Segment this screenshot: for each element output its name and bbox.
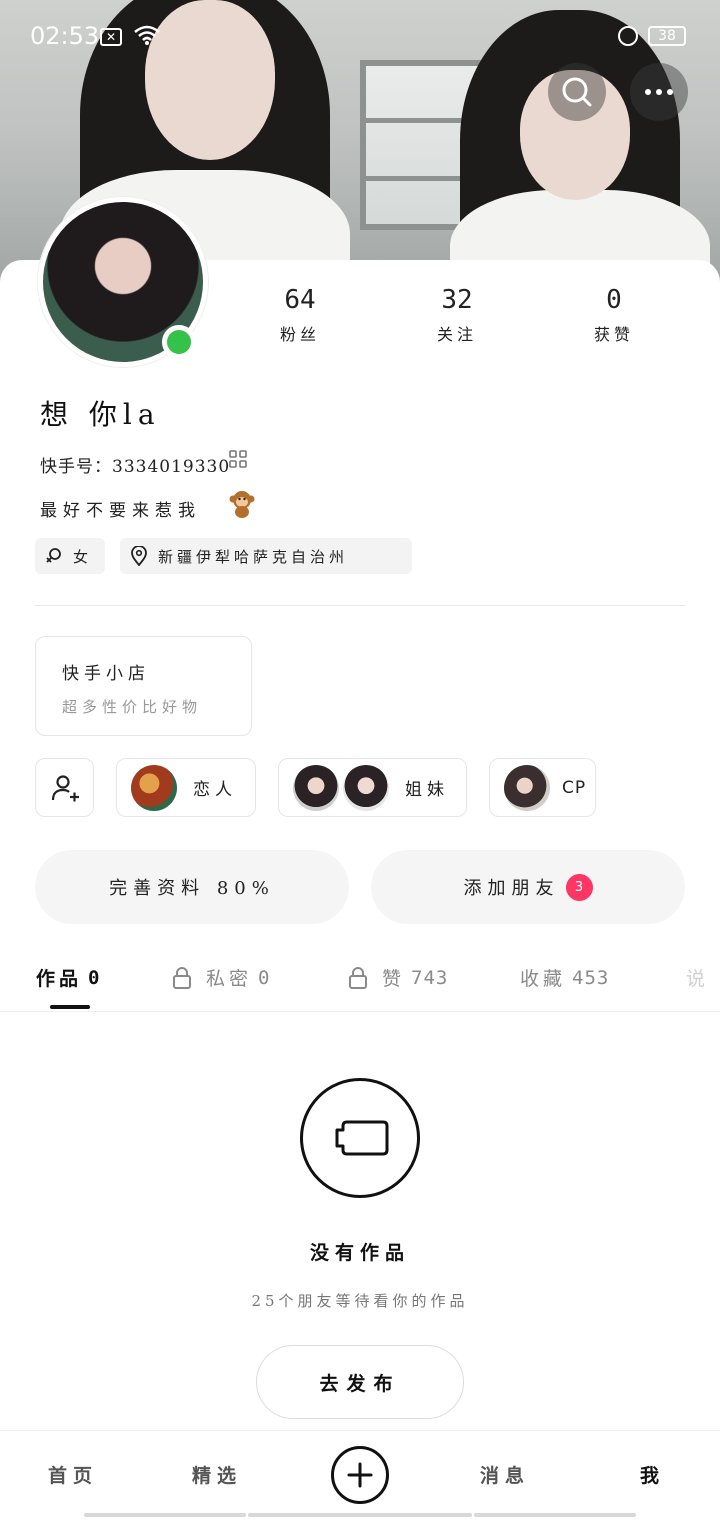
sister-avatar-1 bbox=[293, 764, 339, 811]
tab-works-label: 作品 bbox=[36, 968, 83, 990]
stat-fans-label: 粉丝 bbox=[279, 325, 320, 344]
relation-cp[interactable]: CP bbox=[489, 758, 596, 817]
kuaishou-id[interactable]: 快手号：3334019330 bbox=[40, 452, 230, 477]
relation-lovers[interactable]: 恋人 bbox=[116, 758, 256, 817]
tab-works[interactable]: 作品 0 bbox=[36, 964, 100, 991]
empty-state-title: 没有作品 bbox=[309, 1242, 410, 1264]
female-icon bbox=[46, 548, 61, 563]
status-bar: 02:53 ✕ 38 bbox=[0, 0, 720, 72]
shop-title: 快手小店 bbox=[62, 664, 150, 684]
search-button[interactable] bbox=[548, 63, 606, 121]
more-button[interactable] bbox=[630, 63, 688, 121]
qr-code-icon[interactable] bbox=[229, 450, 247, 468]
online-status-dot bbox=[162, 325, 196, 359]
publish-button[interactable]: 去发布 bbox=[256, 1345, 464, 1419]
lock-icon bbox=[349, 966, 367, 989]
sister-avatar-2 bbox=[343, 764, 389, 811]
cp-label: CP bbox=[562, 777, 587, 798]
add-relation-button[interactable] bbox=[35, 758, 94, 817]
tab-say[interactable]: 说 bbox=[686, 964, 709, 991]
add-friends-badge: 3 bbox=[565, 873, 593, 901]
tab-likes[interactable]: 赞 743 bbox=[348, 964, 448, 991]
lock-icon bbox=[173, 966, 191, 989]
profile-bio: 最好不要来惹我 bbox=[40, 501, 201, 521]
active-tab-indicator bbox=[50, 1005, 90, 1009]
tab-likes-label: 赞 bbox=[382, 968, 406, 990]
more-horizontal-icon bbox=[645, 89, 673, 95]
location-tag: 新疆伊犁哈萨克自治州 bbox=[120, 538, 412, 574]
home-indicator-segment bbox=[248, 1513, 472, 1517]
tab-likes-count: 743 bbox=[411, 966, 449, 989]
empty-video-illustration bbox=[300, 1078, 420, 1198]
create-post-button[interactable] bbox=[331, 1446, 389, 1504]
location-text: 新疆伊犁哈萨克自治州 bbox=[158, 547, 349, 566]
notification-icon: ✕ bbox=[100, 28, 122, 46]
lock-status-icon bbox=[618, 26, 638, 46]
tab-favorites[interactable]: 收藏 453 bbox=[520, 964, 609, 991]
bottom-navigation: 首页 精选 消息 我 bbox=[0, 1430, 720, 1520]
relation-sisters[interactable]: 姐妹 bbox=[278, 758, 467, 817]
tab-favorites-count: 453 bbox=[572, 966, 610, 989]
divider bbox=[35, 605, 685, 606]
cp-avatar bbox=[504, 764, 550, 811]
add-friends-button[interactable]: 添加朋友 3 bbox=[371, 850, 685, 924]
tab-private-label: 私密 bbox=[206, 968, 253, 990]
lovers-label: 恋人 bbox=[193, 780, 237, 800]
add-friends-label: 添加朋友 bbox=[463, 878, 560, 899]
tab-say-label: 说 bbox=[686, 968, 710, 990]
gender-tag: 女 bbox=[35, 538, 105, 574]
battery-icon: 38 bbox=[648, 26, 686, 46]
nav-me[interactable]: 我 bbox=[640, 1461, 665, 1488]
sisters-label: 姐妹 bbox=[405, 780, 449, 800]
gender-text: 女 bbox=[73, 547, 93, 566]
location-pin-icon bbox=[131, 546, 147, 566]
profile-name: 想 你la bbox=[40, 398, 161, 431]
search-icon bbox=[562, 77, 592, 107]
nav-featured[interactable]: 精选 bbox=[192, 1461, 242, 1488]
nav-home[interactable]: 首页 bbox=[48, 1461, 98, 1488]
shop-subtitle: 超多性价比好物 bbox=[62, 698, 203, 716]
empty-state-subtitle: 25个朋友等待看你的作品 bbox=[251, 1292, 469, 1310]
tab-private-count: 0 bbox=[258, 966, 271, 989]
tab-works-count: 0 bbox=[88, 966, 101, 989]
stat-fans-value: 64 bbox=[284, 285, 316, 315]
tab-favorites-label: 收藏 bbox=[520, 968, 567, 990]
kuaishou-shop-card[interactable]: 快手小店 超多性价比好物 bbox=[35, 636, 252, 736]
plus-icon bbox=[347, 1462, 373, 1488]
stat-likes[interactable]: 0 获赞 bbox=[554, 285, 674, 345]
battery-level: 38 bbox=[658, 28, 676, 44]
home-indicator-segment bbox=[474, 1513, 636, 1517]
wifi-icon bbox=[134, 25, 160, 45]
stat-following[interactable]: 32 关注 bbox=[397, 285, 517, 345]
stat-likes-value: 0 bbox=[606, 285, 622, 315]
tab-private[interactable]: 私密 0 bbox=[172, 964, 270, 991]
stat-likes-label: 获赞 bbox=[593, 325, 634, 344]
stat-following-value: 32 bbox=[441, 285, 473, 315]
video-camera-icon bbox=[335, 1120, 389, 1156]
home-indicator-segment bbox=[84, 1513, 246, 1517]
nav-messages[interactable]: 消息 bbox=[480, 1461, 530, 1488]
monkey-emoji-icon bbox=[229, 491, 255, 518]
status-time: 02:53 bbox=[30, 22, 100, 50]
publish-label: 去发布 bbox=[319, 1372, 401, 1395]
lovers-avatar bbox=[131, 764, 177, 811]
stat-fans[interactable]: 64 粉丝 bbox=[240, 285, 360, 345]
complete-profile-button[interactable]: 完善资料 80% bbox=[35, 850, 349, 924]
complete-profile-label: 完善资料 80% bbox=[109, 878, 275, 899]
stat-following-label: 关注 bbox=[436, 325, 477, 344]
add-user-icon bbox=[51, 774, 79, 801]
